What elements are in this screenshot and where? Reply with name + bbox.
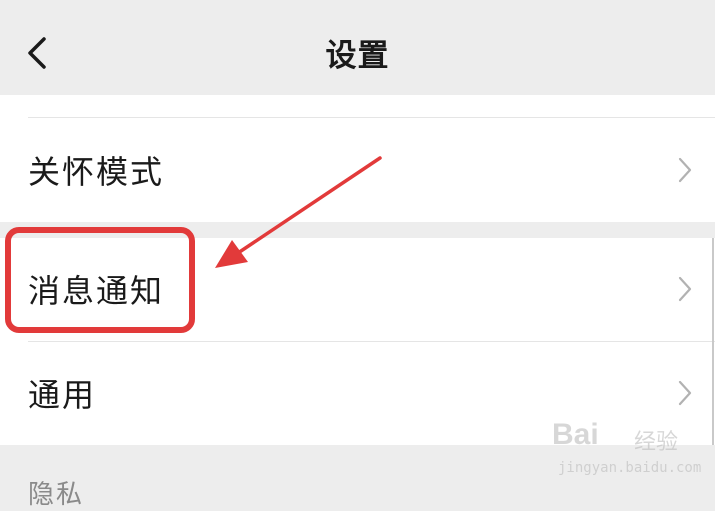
chevron-right-icon	[678, 157, 692, 183]
navigation-bar: 设置	[0, 0, 715, 95]
chevron-right-icon	[678, 276, 692, 302]
watermark-brand: Bai	[552, 418, 599, 451]
settings-item-care-mode[interactable]: 关怀模式	[0, 119, 715, 221]
section-title-privacy: 隐私	[28, 480, 85, 510]
watermark-url: jingyan.baidu.com	[558, 460, 702, 476]
highlight-box	[5, 227, 195, 333]
scrollbar[interactable]	[712, 238, 714, 445]
page-title: 设置	[325, 38, 390, 74]
watermark-product: 经验	[634, 430, 679, 455]
watermark: Bai 经验 jingyan.baidu.com	[548, 416, 708, 496]
divider	[28, 117, 715, 118]
settings-item-label: 通用	[28, 376, 97, 414]
settings-group-care: 关怀模式	[0, 95, 715, 222]
settings-item-label: 关怀模式	[28, 153, 165, 191]
chevron-right-icon	[678, 380, 692, 406]
